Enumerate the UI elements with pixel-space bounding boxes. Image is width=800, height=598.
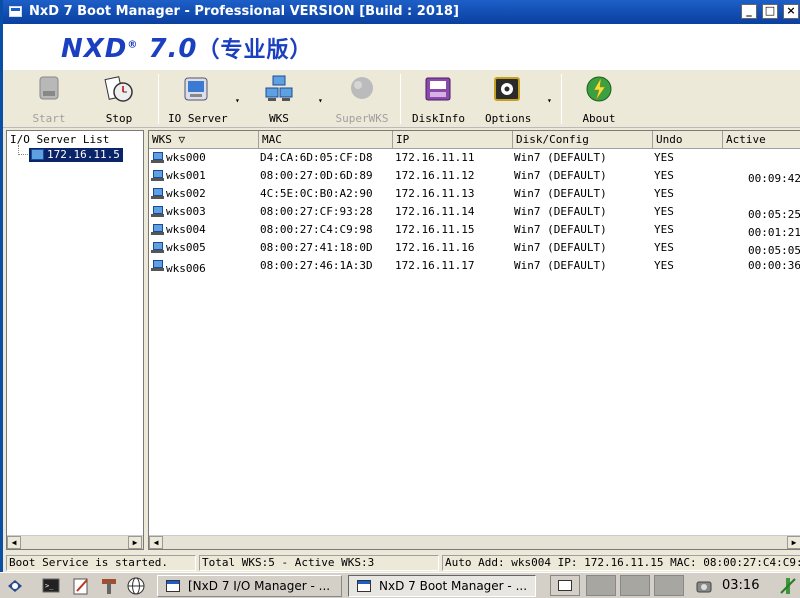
scroll-right-arrow[interactable]: ▶ xyxy=(128,536,142,549)
scroll-left-arrow[interactable]: ◀ xyxy=(7,536,21,549)
clock[interactable]: 03:16 xyxy=(722,578,759,593)
table-row[interactable]: wks003 08:00:27:CF:93:28 172.16.11.14 Wi… xyxy=(149,203,800,221)
status-auto-add: Auto Add: wks004 IP: 172.16.11.15 MAC: 0… xyxy=(442,555,800,571)
io-server-dropdown-arrow[interactable]: ▾ xyxy=(235,96,240,105)
tree-node-label: 172.16.11.5 xyxy=(47,148,120,161)
scroll-left-arrow[interactable]: ◀ xyxy=(149,536,163,549)
tree-connector xyxy=(18,145,28,155)
start-menu-icon[interactable] xyxy=(6,577,24,595)
left-horizontal-scrollbar[interactable]: ◀ ▶ xyxy=(7,535,143,549)
close-button[interactable]: × xyxy=(783,4,799,19)
status-totals: Total WKS:5 - Active WKS:3 xyxy=(199,555,439,571)
workspace-3[interactable] xyxy=(620,575,650,596)
io-server-tree: I/O Server List 172.16.11.5 ◀ ▶ xyxy=(6,130,144,550)
column-header-mac[interactable]: MAC xyxy=(259,131,393,149)
workstation-icon xyxy=(151,152,164,163)
workstation-icon xyxy=(151,260,164,271)
workstations-icon xyxy=(264,74,294,104)
table-row[interactable]: wks000 D4:CA:6D:05:CF:D8 172.16.11.11 Wi… xyxy=(149,149,800,167)
workspace-2[interactable] xyxy=(586,575,616,596)
table-row[interactable]: wks006 08:00:27:46:1A:3D 172.16.11.17 Wi… xyxy=(149,257,800,275)
title-bar[interactable]: NxD 7 Boot Manager - Professional VERSIO… xyxy=(3,0,800,24)
options-dropdown-arrow[interactable]: ▾ xyxy=(547,96,552,105)
toolbar-separator xyxy=(561,74,562,124)
server-node-icon xyxy=(31,149,44,160)
stop-button[interactable]: Stop xyxy=(101,74,137,126)
column-header-disk-config[interactable]: Disk/Config xyxy=(513,131,653,149)
taskbar: >_ [NxD 7 I/O Manager - ... NxD 7 Boot M… xyxy=(0,572,800,597)
table-row[interactable]: wks001 08:00:27:0D:6D:89 172.16.11.12 Wi… xyxy=(149,167,800,185)
terminal-icon[interactable]: >_ xyxy=(42,577,60,595)
maximize-button[interactable]: □ xyxy=(762,4,778,19)
main-window: NxD 7 Boot Manager - Professional VERSIO… xyxy=(0,0,800,572)
workstation-icon xyxy=(151,224,164,235)
status-service: Boot Service is started. xyxy=(6,555,196,571)
diskinfo-button[interactable]: DiskInfo xyxy=(412,74,465,126)
toolbar-separator xyxy=(400,74,401,124)
workstation-icon xyxy=(151,242,164,253)
tray-status-icon[interactable] xyxy=(779,577,797,595)
workstation-list: WKS ▽ MAC IP Disk/Config Undo Active wks… xyxy=(148,130,800,550)
workspace-4[interactable] xyxy=(654,575,684,596)
column-header-active[interactable]: Active xyxy=(723,131,800,149)
svg-text:>_: >_ xyxy=(45,582,54,590)
superwks-icon xyxy=(347,74,377,104)
workstation-icon xyxy=(151,188,164,199)
window-title: NxD 7 Boot Manager - Professional VERSIO… xyxy=(29,4,459,19)
web-browser-icon[interactable] xyxy=(127,577,145,595)
workstation-icon xyxy=(151,206,164,217)
tree-node-server[interactable]: 172.16.11.5 xyxy=(29,148,123,162)
wks-button[interactable]: WKS xyxy=(261,74,297,126)
table-row[interactable]: wks004 08:00:27:C4:C9:98 172.16.11.15 Wi… xyxy=(149,221,800,239)
start-icon xyxy=(34,74,64,104)
product-logo: NXD® 7.0（专业版） xyxy=(61,34,313,64)
toolbar-separator xyxy=(158,74,159,124)
column-header-wks[interactable]: WKS ▽ xyxy=(149,131,259,149)
window-icon xyxy=(357,580,371,592)
start-button[interactable]: Start xyxy=(29,74,69,126)
tools-icon[interactable] xyxy=(100,577,118,595)
column-header-undo[interactable]: Undo xyxy=(653,131,723,149)
tray-app-icon[interactable] xyxy=(695,577,713,595)
gear-icon xyxy=(492,74,522,104)
wks-dropdown-arrow[interactable]: ▾ xyxy=(318,96,323,105)
about-button[interactable]: About xyxy=(581,74,617,126)
status-bar: Boot Service is started. Total WKS:5 - A… xyxy=(6,554,800,572)
table-row[interactable]: wks002 4C:5E:0C:B0:A2:90 172.16.11.13 Wi… xyxy=(149,185,800,203)
text-editor-icon[interactable] xyxy=(72,577,90,595)
about-globe-icon xyxy=(584,74,614,104)
taskbar-item-io-manager[interactable]: [NxD 7 I/O Manager - ... xyxy=(157,575,342,597)
minimize-button[interactable]: _ xyxy=(741,4,757,19)
options-button[interactable]: Options xyxy=(485,74,531,126)
table-row[interactable]: wks005 08:00:27:41:18:0D 172.16.11.16 Wi… xyxy=(149,239,800,257)
toolbar: Start Stop IO Server ▾ WKS ▾ SuperWKS Di… xyxy=(3,70,800,128)
scroll-right-arrow[interactable]: ▶ xyxy=(787,536,800,549)
io-server-button[interactable]: IO Server xyxy=(168,74,228,126)
window-icon xyxy=(166,580,180,592)
workstation-icon xyxy=(151,170,164,181)
taskbar-item-boot-manager[interactable]: NxD 7 Boot Manager - ... xyxy=(348,575,536,597)
show-desktop-button[interactable] xyxy=(550,575,580,596)
app-window-icon xyxy=(9,6,22,17)
disk-info-icon xyxy=(423,74,453,104)
stopwatch-icon xyxy=(104,74,134,104)
server-icon xyxy=(181,74,211,104)
brand-banner: NXD® 7.0（专业版） xyxy=(3,24,800,70)
superwks-button[interactable]: SuperWKS xyxy=(335,74,389,126)
list-horizontal-scrollbar[interactable]: ◀ ▶ xyxy=(149,535,800,549)
column-header-ip[interactable]: IP xyxy=(393,131,513,149)
